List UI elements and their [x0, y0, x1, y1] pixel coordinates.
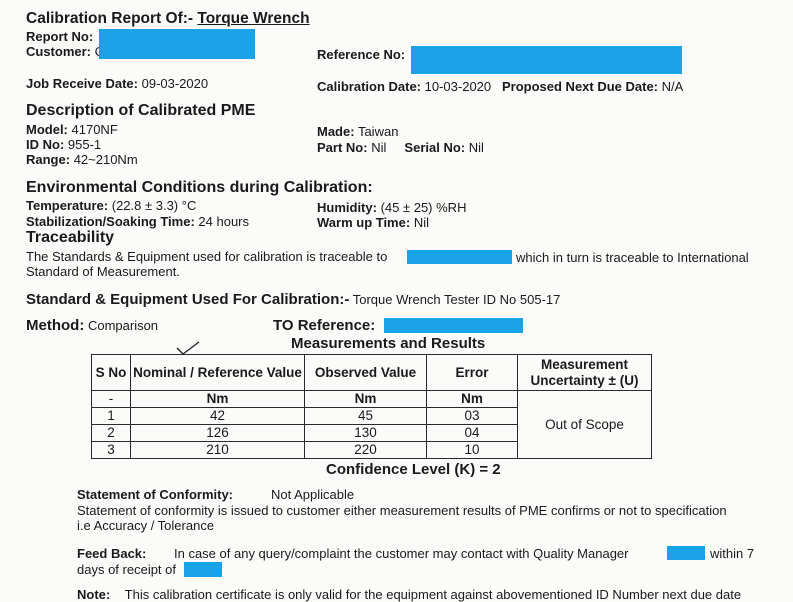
measurements-heading: Measurements and Results — [291, 335, 486, 352]
temperature-label: Temperature: — [26, 198, 109, 213]
unit-cell: Nm — [426, 390, 518, 408]
made-label: Made: — [317, 124, 355, 139]
model-value: 4170NF — [71, 122, 118, 137]
calibration-date-label: Calibration Date: — [317, 79, 422, 94]
environment-heading: Environmental Conditions during Calibrat… — [26, 179, 373, 196]
model-label: Model: — [26, 122, 68, 137]
traceability-text-a: The Standards & Equipment used for calib… — [26, 249, 388, 264]
redaction-quality-manager — [667, 546, 705, 560]
humidity-label: Humidity: — [317, 200, 377, 215]
standard-label: Standard & Equipment Used For Calibratio… — [26, 291, 350, 308]
method-value: Comparison — [87, 318, 159, 333]
report-title-prefix: Calibration Report Of:- — [26, 10, 194, 27]
table-cell: 2 — [91, 424, 131, 442]
traceability-line1: The Standards & Equipment used for calib… — [26, 249, 387, 264]
soak-label: Stabilization/Soaking Time: — [26, 214, 195, 229]
conformity-line2: i.e Accuracy / Tolerance — [77, 518, 215, 533]
warmup-label: Warm up Time: — [317, 215, 411, 230]
soak-row: Stabilization/Soaking Time: 24 hours — [26, 214, 249, 229]
col-nominal: Nominal / Reference Value — [130, 354, 305, 391]
confidence-level: Confidence Level (K) = 2 — [326, 461, 501, 478]
traceability-text-b: which in turn is traceable to Internatio… — [516, 250, 749, 265]
redaction-reference — [411, 46, 682, 74]
redaction-report-customer — [99, 29, 255, 59]
conformity-line1: Statement of conformity is issued to cus… — [77, 503, 727, 518]
traceability-line2: Standard of Measurement. — [26, 264, 180, 279]
table-cell: 3 — [91, 441, 131, 459]
table-cell: 1 — [91, 407, 131, 425]
unit-cell: - — [91, 390, 131, 408]
feedback-text-a: In case of any query/complaint the custo… — [174, 546, 629, 561]
serial-label: Serial No: — [404, 140, 466, 155]
uncertainty-value: Out of Scope — [517, 390, 652, 459]
part-label: Part No: — [317, 140, 368, 155]
made-value: Taiwan — [357, 124, 399, 139]
customer-label: Customer: — [26, 44, 92, 59]
part-serial-row: Part No: Nil Serial No: Nil — [317, 140, 484, 155]
id-label: ID No: — [26, 137, 65, 152]
table-cell: 220 — [304, 441, 427, 459]
feedback-text-c: days of receipt of — [77, 562, 176, 577]
calibration-date-row: Calibration Date: 10-03-2020 Proposed Ne… — [317, 79, 683, 94]
customer-row: Customer: C — [26, 44, 104, 59]
unit-row: - Nm Nm Nm Out of Scope — [91, 390, 652, 459]
col-sno: S No — [91, 354, 131, 391]
unit-cell: Nm — [130, 390, 305, 408]
table-cell: 10 — [426, 441, 518, 459]
next-due-value: N/A — [661, 79, 684, 94]
pme-heading: Description of Calibrated PME — [26, 102, 256, 119]
method-label: Method: — [26, 317, 85, 334]
col-observed: Observed Value — [304, 354, 427, 391]
id-value: 955-1 — [67, 137, 102, 152]
measurements-table: S No Nominal / Reference Value Observed … — [91, 354, 652, 459]
table-cell: 45 — [304, 407, 427, 425]
job-receive-label: Job Receive Date: — [26, 76, 138, 91]
redaction-to-reference — [384, 318, 523, 333]
range-row: Range: 42~210Nm — [26, 152, 138, 167]
id-row: ID No: 955-1 — [26, 137, 101, 152]
warmup-value: Nil — [413, 215, 429, 230]
feedback-text-b: within 7 — [710, 546, 755, 561]
temperature-value: (22.8 ± 3.3) °C — [111, 198, 197, 213]
redaction-traceability — [407, 250, 512, 264]
range-label: Range: — [26, 152, 71, 167]
col-uncertainty: Measurement Uncertainty ± (U) — [517, 354, 652, 391]
job-receive-row: Job Receive Date: 09-03-2020 — [26, 76, 208, 91]
report-title: Calibration Report Of:- Torque Wrench — [26, 10, 310, 28]
soak-value: 24 hours — [198, 214, 250, 229]
job-receive-value: 09-03-2020 — [141, 76, 209, 91]
standard-value: Torque Wrench Tester ID No 505-17 — [352, 292, 561, 307]
table-cell: 03 — [426, 407, 518, 425]
table-cell: 210 — [130, 441, 305, 459]
serial-value: Nil — [468, 140, 484, 155]
calibration-date-value: 10-03-2020 — [424, 79, 492, 94]
part-value: Nil — [371, 140, 387, 155]
conformity-label: Statement of Conformity: — [77, 487, 233, 502]
table-cell: 42 — [130, 407, 305, 425]
conformity-value: Not Applicable — [271, 487, 355, 502]
humidity-value: (45 ± 25) %RH — [380, 200, 467, 215]
table-cell: 130 — [304, 424, 427, 442]
table-cell: 04 — [426, 424, 518, 442]
reference-label: Reference No: — [317, 47, 406, 62]
traceability-heading: Traceability — [26, 229, 115, 246]
standard-row: Standard & Equipment Used For Calibratio… — [26, 291, 560, 308]
table-header-row: S No Nominal / Reference Value Observed … — [91, 354, 652, 391]
feedback-label: Feed Back: — [77, 546, 147, 561]
to-reference-label: TO Reference: — [273, 317, 376, 334]
model-row: Model: 4170NF — [26, 122, 118, 137]
redaction-receipt — [184, 562, 222, 577]
made-row: Made: Taiwan — [317, 124, 398, 139]
report-title-item: Torque Wrench — [197, 10, 310, 27]
method-row: Method: Comparison — [26, 317, 158, 334]
unit-cell: Nm — [304, 390, 427, 408]
next-due-label: Proposed Next Due Date: — [501, 79, 659, 94]
report-no-label: Report No: — [26, 29, 94, 44]
warmup-row: Warm up Time: Nil — [317, 215, 429, 230]
range-value: 42~210Nm — [73, 152, 138, 167]
table-cell: 126 — [130, 424, 305, 442]
temperature-row: Temperature: (22.8 ± 3.3) °C — [26, 198, 196, 213]
col-error: Error — [426, 354, 518, 391]
humidity-row: Humidity: (45 ± 25) %RH — [317, 200, 466, 215]
